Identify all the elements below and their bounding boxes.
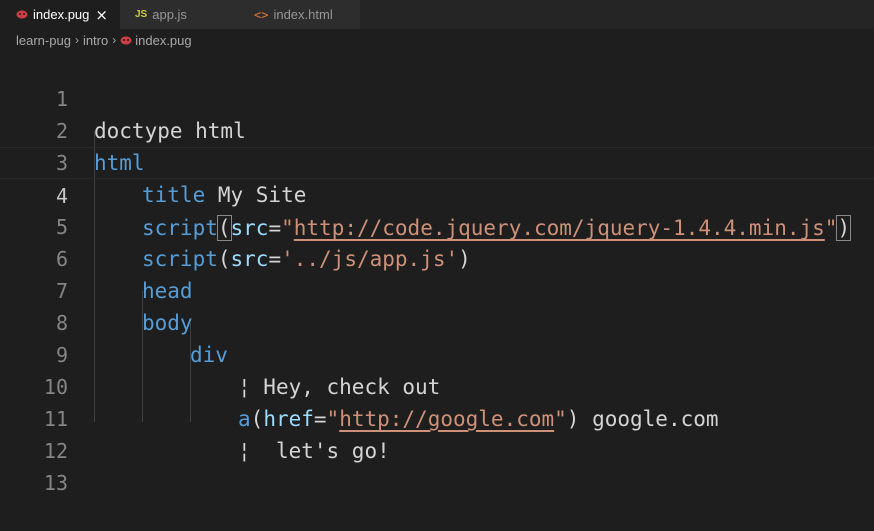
code-line: 8 div [0, 275, 874, 367]
code-line: 5 script(src='../js/app.js') [0, 179, 874, 271]
breadcrumb-item-index-pug[interactable]: index.pug [135, 33, 191, 48]
line-number: 13 [43, 471, 68, 495]
tab-label: index.html [273, 7, 333, 22]
code-line: 12 [0, 403, 874, 463]
tab-app-js[interactable]: JS app.js [120, 0, 240, 29]
chevron-right-icon: › [74, 33, 79, 47]
code-line: 1 doctype html [0, 51, 874, 143]
code-editor[interactable]: 1 doctype html 2 html 3 title My Site 4 … [0, 51, 874, 524]
code-line: 7 body [0, 243, 874, 335]
tab-label: app.js [152, 7, 187, 22]
code-line: 3 title My Site [0, 115, 874, 207]
close-icon[interactable]: × [95, 6, 108, 24]
tab-label: index.pug [33, 7, 90, 22]
tab-index-html[interactable]: <> index.html [240, 0, 360, 29]
pug-icon [120, 33, 132, 48]
chevron-right-icon: › [112, 33, 117, 47]
breadcrumb-item-learn-pug[interactable]: learn-pug [16, 33, 71, 48]
code-line: 10 a(href="http://google.com") google.co… [0, 339, 874, 431]
pug-icon [16, 7, 28, 22]
code-line-current: 4 script(src="http://code.jquery.com/jqu… [0, 147, 874, 241]
code-line: 9 ¦ Hey, check out [0, 307, 874, 399]
js-icon: JS [135, 9, 148, 20]
code-line: 11 ¦ let's go! [0, 371, 874, 463]
code-line: 6 head [0, 211, 874, 303]
code-line: 13 [0, 435, 874, 495]
code-line: 2 html [0, 83, 874, 175]
html-icon: <> [254, 7, 269, 22]
breadcrumb-item-intro[interactable]: intro [83, 33, 108, 48]
tab-index-pug[interactable]: index.pug × [0, 0, 120, 29]
editor-tab-bar: index.pug × JS app.js <> index.html [0, 0, 874, 29]
breadcrumb: learn-pug › intro › index.pug [0, 29, 874, 51]
